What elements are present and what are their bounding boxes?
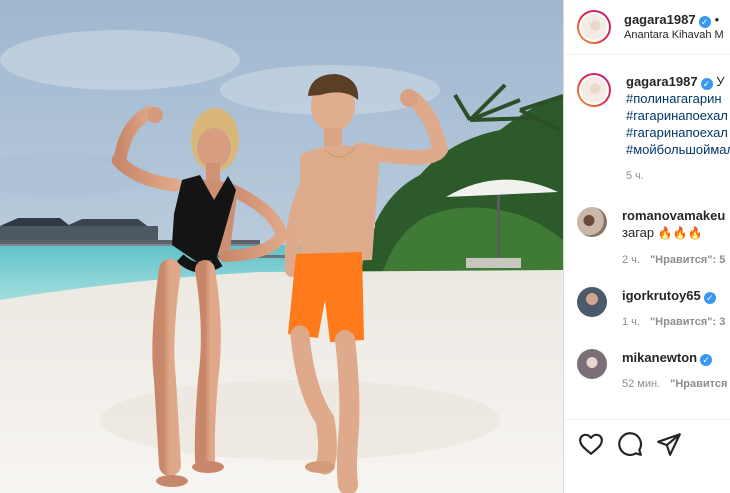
post-location[interactable]: Anantara Kihavah M	[624, 28, 724, 43]
commenter-username[interactable]: mikanewton	[622, 350, 697, 365]
caption-text: У	[716, 74, 725, 89]
post-caption: gagara1987 ✓ У #полинагагарин #гагаринапо…	[577, 73, 730, 185]
verified-badge-icon: ✓	[700, 78, 713, 90]
comment-item: romanovamakeu загар 🔥🔥🔥 2 ч. "Нравится": …	[577, 207, 730, 269]
hashtag-link[interactable]: #гагаринапоехал	[626, 124, 730, 141]
caption-avatar[interactable]	[577, 73, 611, 107]
comment-time: 52 мин.	[622, 378, 661, 390]
comment-likes-button[interactable]: "Нравится": 5	[650, 254, 725, 266]
caption-username[interactable]: gagara1987	[626, 74, 698, 89]
commenter-avatar[interactable]	[577, 287, 607, 317]
author-info: gagara1987 ✓ • Anantara Kihavah M	[624, 12, 724, 43]
comment-time: 2 ч.	[622, 254, 640, 266]
author-avatar[interactable]	[577, 10, 611, 44]
post-header: gagara1987 ✓ • Anantara Kihavah M	[564, 0, 730, 55]
hashtag-link[interactable]: #гагаринапоехал	[626, 107, 730, 124]
paper-plane-icon[interactable]	[656, 431, 682, 457]
caption-time: 5 ч.	[626, 170, 644, 182]
comment-item: igorkrutoy65 ✓ 1 ч. "Нравится": 3	[577, 287, 730, 331]
verified-badge-icon: ✓	[703, 292, 716, 304]
comment-bubble-icon[interactable]	[617, 431, 643, 457]
commenter-avatar[interactable]	[577, 349, 607, 379]
post-action-bar	[564, 419, 730, 493]
verified-badge-icon: ✓	[698, 15, 711, 28]
commenter-avatar[interactable]	[577, 207, 607, 237]
header-separator: •	[714, 11, 720, 27]
verified-badge-icon: ✓	[700, 354, 713, 366]
comments-list: gagara1987 ✓ У #полинагагарин #гагаринапо…	[564, 55, 730, 393]
comment-text: загар	[622, 225, 655, 240]
commenter-username[interactable]: igorkrutoy65	[622, 288, 701, 303]
heart-icon[interactable]	[578, 431, 604, 457]
post-side-panel: gagara1987 ✓ • Anantara Kihavah M gagara19…	[563, 0, 730, 493]
commenter-username[interactable]: romanovamakeu	[622, 208, 725, 223]
post-photo[interactable]	[0, 0, 563, 493]
comment-likes-button[interactable]: "Нравится": 3	[650, 316, 725, 328]
comment-time: 1 ч.	[622, 316, 640, 328]
beach-photo	[0, 0, 563, 493]
instagram-post: gagara1987 ✓ • Anantara Kihavah M gagara19…	[0, 0, 730, 493]
comment-likes-button[interactable]: "Нравится	[670, 378, 727, 390]
hashtag-link[interactable]: #полинагагарин	[626, 90, 730, 107]
author-username[interactable]: gagara1987	[624, 12, 696, 27]
hashtag-link[interactable]: #мойбольшоймал	[626, 141, 730, 158]
comment-item: mikanewton ✓ 52 мин. "Нравится	[577, 349, 730, 393]
fire-emoji: 🔥🔥🔥	[657, 226, 703, 240]
